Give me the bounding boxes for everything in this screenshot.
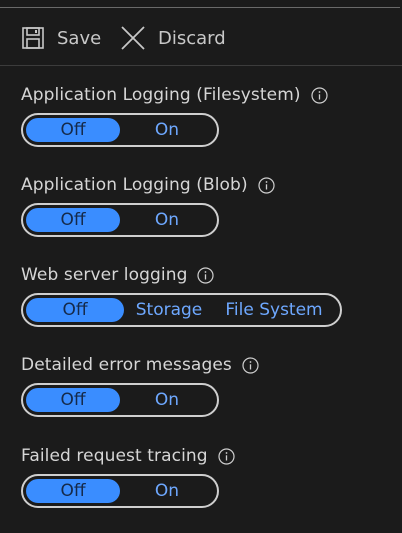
- option-on[interactable]: On: [120, 388, 214, 412]
- field-label: Web server logging: [21, 265, 188, 285]
- option-on[interactable]: On: [120, 208, 214, 232]
- command-bar: Save Discard: [0, 18, 402, 58]
- info-icon[interactable]: [311, 86, 328, 104]
- info-icon[interactable]: [197, 266, 215, 284]
- toolbar-divider: [0, 65, 402, 66]
- field-app-logging-filesystem: Application Logging (Filesystem) Off On: [21, 82, 328, 147]
- discard-label: Discard: [158, 27, 226, 49]
- toggle-detailed-error-messages: Off On: [21, 383, 219, 417]
- save-label: Save: [57, 27, 102, 49]
- option-storage[interactable]: Storage: [124, 298, 214, 322]
- field-app-logging-blob: Application Logging (Blob) Off On: [21, 172, 275, 237]
- option-on[interactable]: On: [120, 479, 214, 503]
- floppy-disk-icon: [21, 26, 45, 50]
- option-on[interactable]: On: [120, 118, 214, 142]
- field-detailed-error-messages: Detailed error messages Off On: [21, 352, 259, 417]
- save-button[interactable]: Save: [21, 18, 101, 58]
- option-off[interactable]: Off: [26, 298, 124, 322]
- toggle-failed-request-tracing: Off On: [21, 474, 219, 508]
- discard-button[interactable]: Discard: [120, 18, 226, 58]
- field-label: Detailed error messages: [21, 355, 232, 375]
- field-web-server-logging: Web server logging Off Storage File Syst…: [21, 262, 342, 327]
- toggle-app-logging-filesystem: Off On: [21, 113, 219, 147]
- info-icon[interactable]: [242, 356, 259, 374]
- option-off[interactable]: Off: [26, 208, 120, 232]
- toggle-web-server-logging: Off Storage File System: [21, 293, 342, 327]
- toggle-app-logging-blob: Off On: [21, 203, 219, 237]
- field-label: Application Logging (Filesystem): [21, 85, 301, 105]
- close-icon: [120, 25, 146, 51]
- option-file-system[interactable]: File System: [214, 298, 334, 322]
- field-failed-request-tracing: Failed request tracing Off On: [21, 443, 235, 508]
- option-off[interactable]: Off: [26, 479, 120, 503]
- field-label: Failed request tracing: [21, 446, 208, 466]
- option-off[interactable]: Off: [26, 388, 120, 412]
- logging-settings-panel: Save Discard Application Logging (Filesy…: [0, 0, 402, 533]
- info-icon[interactable]: [218, 447, 235, 465]
- field-label: Application Logging (Blob): [21, 175, 248, 195]
- info-icon[interactable]: [258, 176, 275, 194]
- option-off[interactable]: Off: [26, 118, 120, 142]
- top-divider: [0, 7, 400, 8]
